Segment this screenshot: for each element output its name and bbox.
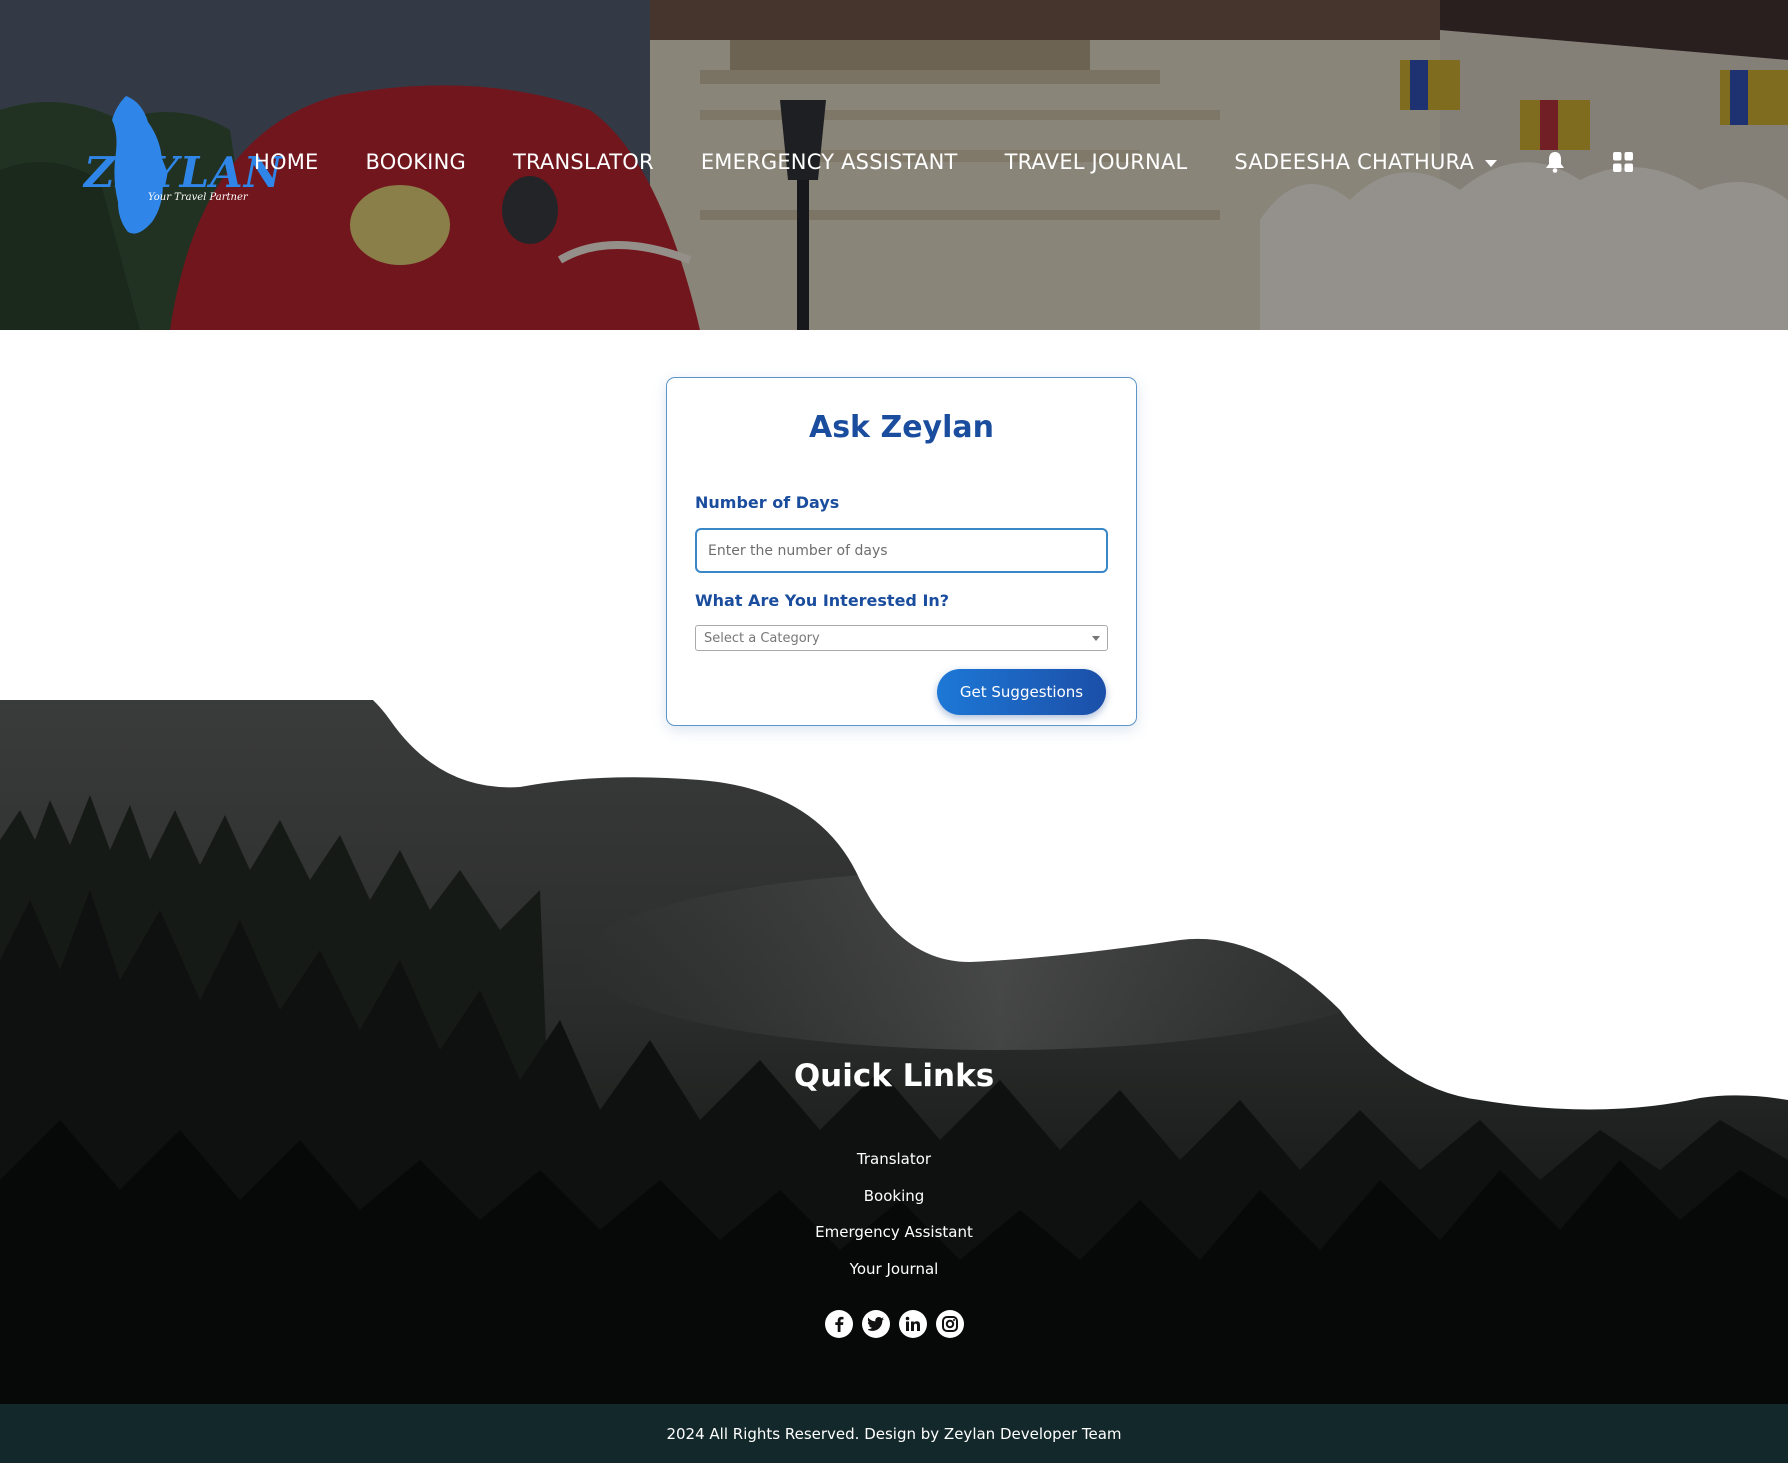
category-select-value: Select a Category bbox=[704, 630, 820, 646]
number-of-days-input[interactable] bbox=[695, 528, 1108, 573]
hero-header: ZEYLAN Your Travel Partner HOME BOOKING … bbox=[0, 0, 1788, 330]
nav-booking[interactable]: BOOKING bbox=[366, 150, 466, 174]
chevron-down-icon bbox=[1092, 636, 1100, 641]
days-label: Number of Days bbox=[695, 493, 840, 512]
ask-zeylan-card: Ask Zeylan Number of Days What Are You I… bbox=[666, 377, 1137, 726]
nav-home[interactable]: HOME bbox=[254, 150, 319, 174]
apps-grid-icon[interactable] bbox=[1611, 150, 1635, 174]
footer-forest-background bbox=[0, 700, 1788, 1404]
copyright-bar: 2024 All Rights Reserved. Design by Zeyl… bbox=[0, 1404, 1788, 1463]
zeylan-logo[interactable]: ZEYLAN Your Travel Partner bbox=[82, 92, 282, 242]
twitter-icon[interactable] bbox=[861, 1310, 890, 1338]
facebook-icon[interactable] bbox=[824, 1310, 853, 1338]
instagram-icon[interactable] bbox=[935, 1310, 964, 1338]
quick-link-translator[interactable]: Translator bbox=[0, 1149, 1788, 1186]
category-select[interactable]: Select a Category bbox=[695, 625, 1108, 651]
linkedin-icon[interactable] bbox=[898, 1310, 927, 1338]
copyright-text: 2024 All Rights Reserved. Design by Zeyl… bbox=[666, 1424, 1122, 1443]
get-suggestions-button[interactable]: Get Suggestions bbox=[937, 669, 1106, 715]
social-links bbox=[0, 1310, 1788, 1338]
quick-links-title: Quick Links bbox=[793, 1058, 995, 1094]
quick-link-emergency-assistant[interactable]: Emergency Assistant bbox=[0, 1222, 1788, 1259]
bell-icon[interactable] bbox=[1543, 150, 1567, 174]
quick-links-list: Translator Booking Emergency Assistant Y… bbox=[0, 1149, 1788, 1295]
nav-translator[interactable]: TRANSLATOR bbox=[513, 150, 654, 174]
nav-emergency-assistant[interactable]: EMERGENCY ASSISTANT bbox=[701, 150, 958, 174]
user-name: SADEESHA CHATHURA bbox=[1234, 150, 1475, 174]
quick-link-your-journal[interactable]: Your Journal bbox=[0, 1259, 1788, 1296]
user-menu-dropdown[interactable]: SADEESHA CHATHURA bbox=[1234, 150, 1498, 174]
chevron-down-icon bbox=[1485, 159, 1498, 167]
main-navigation: HOME BOOKING TRANSLATOR EMERGENCY ASSIST… bbox=[254, 150, 1679, 174]
interest-label: What Are You Interested In? bbox=[695, 591, 950, 610]
nav-travel-journal[interactable]: TRAVEL JOURNAL bbox=[1005, 150, 1188, 174]
logo-tagline: Your Travel Partner bbox=[148, 192, 248, 203]
quick-link-booking[interactable]: Booking bbox=[0, 1186, 1788, 1223]
card-title: Ask Zeylan bbox=[808, 410, 994, 445]
